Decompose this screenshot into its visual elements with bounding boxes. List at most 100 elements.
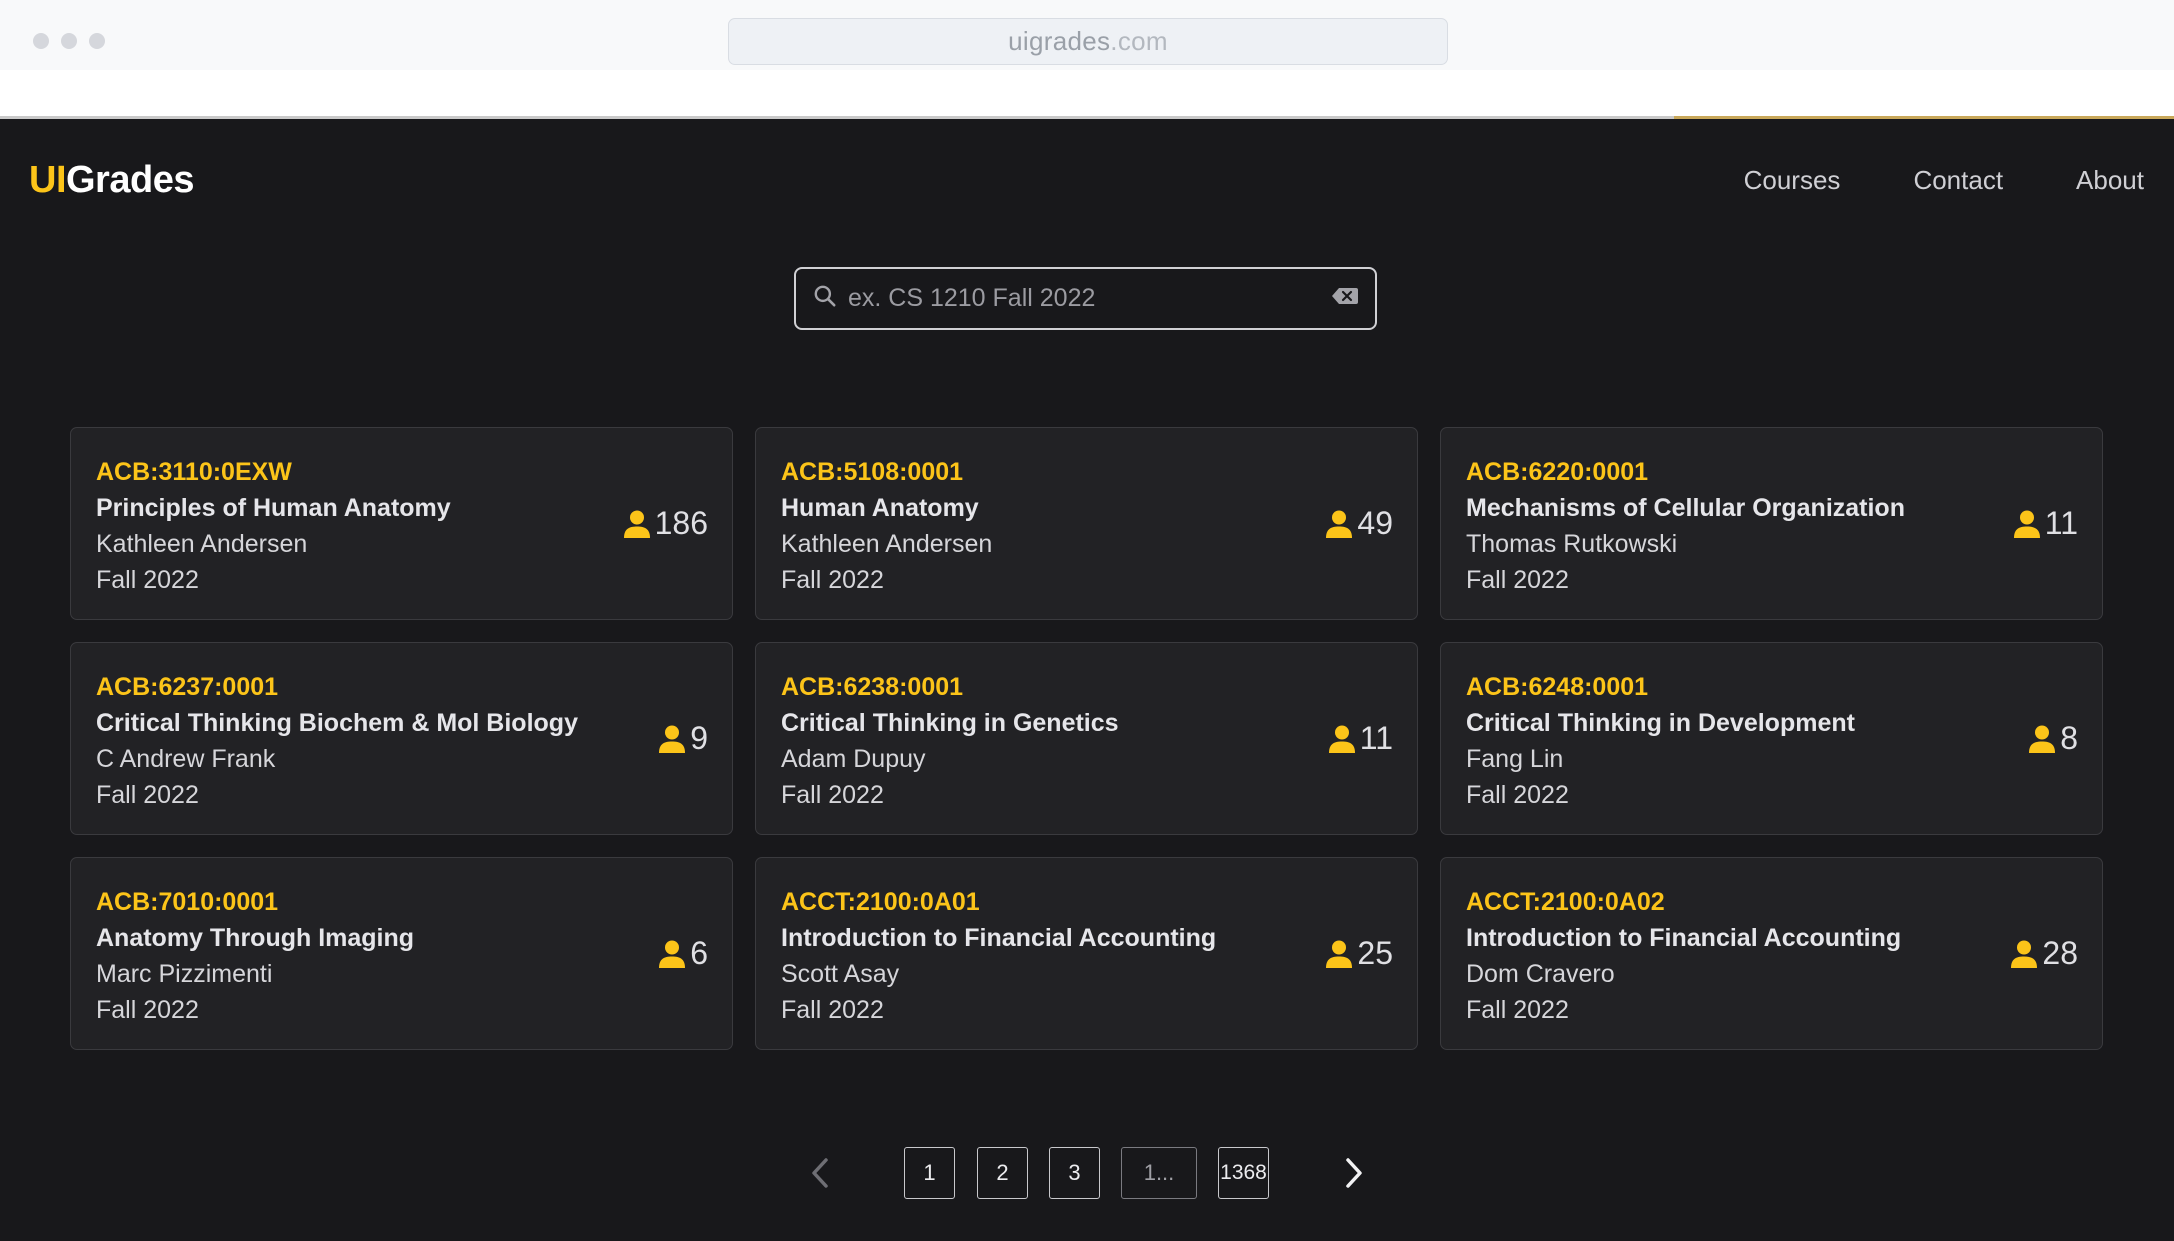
app-root: UIGrades Courses Contact About ACB:3110:… — [0, 119, 2174, 1241]
search-input[interactable] — [848, 269, 1331, 328]
nav-about[interactable]: About — [2076, 165, 2144, 196]
course-title: Critical Thinking in Development — [1466, 709, 1855, 737]
logo-grades: Grades — [66, 159, 194, 201]
course-title: Critical Thinking Biochem & Mol Biology — [96, 709, 578, 737]
person-icon — [658, 939, 686, 969]
student-count: 6 — [658, 935, 708, 972]
person-icon — [623, 509, 651, 539]
course-card[interactable]: ACCT:2100:0A02 Introduction to Financial… — [1440, 857, 2103, 1050]
course-instructor: Fang Lin — [1466, 745, 1564, 773]
chevron-left-icon[interactable] — [802, 1155, 838, 1191]
page-button-3[interactable]: 3 — [1049, 1147, 1100, 1199]
course-term: Fall 2022 — [1466, 781, 1569, 809]
course-code: ACB:7010:0001 — [96, 888, 279, 916]
address-bar[interactable]: uigrades .com — [728, 18, 1448, 65]
course-title: Human Anatomy — [781, 494, 979, 522]
course-instructor: Scott Asay — [781, 960, 900, 988]
nav-courses[interactable]: Courses — [1744, 165, 1841, 196]
course-title: Anatomy Through Imaging — [96, 924, 415, 952]
logo-ui: UI — [29, 159, 67, 201]
url-domain: uigrades — [1008, 26, 1111, 56]
person-icon — [658, 724, 686, 754]
course-card[interactable]: ACB:5108:0001 Human Anatomy Kathleen And… — [755, 427, 1418, 620]
course-card[interactable]: ACB:6220:0001 Mechanisms of Cellular Org… — [1440, 427, 2103, 620]
student-count-value: 9 — [690, 720, 708, 756]
student-count: 25 — [1325, 935, 1393, 972]
person-icon — [1325, 509, 1353, 539]
course-card[interactable]: ACB:6238:0001 Critical Thinking in Genet… — [755, 642, 1418, 835]
course-term: Fall 2022 — [1466, 566, 1569, 594]
student-count-value: 28 — [2042, 935, 2078, 971]
clear-icon[interactable] — [1331, 286, 1359, 311]
course-term: Fall 2022 — [96, 781, 199, 809]
nav-contact[interactable]: Contact — [1913, 165, 2003, 196]
course-term: Fall 2022 — [781, 566, 884, 594]
window-minimize-dot[interactable] — [61, 33, 77, 49]
course-term: Fall 2022 — [781, 781, 884, 809]
person-icon — [2013, 509, 2041, 539]
browser-chrome: uigrades .com — [0, 0, 2174, 119]
student-count: 8 — [2028, 720, 2078, 757]
course-grid: ACB:3110:0EXW Principles of Human Anatom… — [70, 427, 2103, 1050]
page-button-1[interactable]: 1 — [904, 1147, 955, 1199]
student-count-value: 6 — [690, 935, 708, 971]
browser-toolbar: uigrades .com — [0, 0, 2174, 70]
student-count: 28 — [2010, 935, 2078, 972]
course-term: Fall 2022 — [96, 996, 199, 1024]
student-count-value: 8 — [2060, 720, 2078, 756]
course-card[interactable]: ACB:6248:0001 Critical Thinking in Devel… — [1440, 642, 2103, 835]
main-nav: Courses Contact About — [1744, 165, 2144, 196]
course-card[interactable]: ACB:3110:0EXW Principles of Human Anatom… — [70, 427, 733, 620]
course-term: Fall 2022 — [96, 566, 199, 594]
url-tld: .com — [1110, 26, 1168, 56]
page-button-last[interactable]: 1368 — [1218, 1147, 1269, 1199]
student-count-value: 49 — [1357, 505, 1393, 541]
course-code: ACB:6220:0001 — [1466, 458, 1649, 486]
course-instructor: Dom Cravero — [1466, 960, 1615, 988]
course-term: Fall 2022 — [781, 996, 884, 1024]
course-title: Introduction to Financial Accounting — [781, 924, 1217, 952]
course-title: Principles of Human Anatomy — [96, 494, 451, 522]
search-icon — [812, 283, 838, 314]
search-box — [794, 267, 1377, 330]
course-card[interactable]: ACCT:2100:0A01 Introduction to Financial… — [755, 857, 1418, 1050]
student-count: 49 — [1325, 505, 1393, 542]
student-count-value: 25 — [1357, 935, 1393, 971]
course-code: ACCT:2100:0A02 — [1466, 888, 1665, 916]
window-maximize-dot[interactable] — [89, 33, 105, 49]
course-instructor: Marc Pizzimenti — [96, 960, 273, 988]
course-code: ACB:6248:0001 — [1466, 673, 1649, 701]
course-title: Introduction to Financial Accounting — [1466, 924, 1902, 952]
student-count: 186 — [623, 505, 708, 542]
student-count: 9 — [658, 720, 708, 757]
person-icon — [1328, 724, 1356, 754]
course-instructor: Adam Dupuy — [781, 745, 926, 773]
pagination: 1 2 3 1... 1368 — [0, 1147, 2174, 1201]
chevron-right-icon[interactable] — [1336, 1155, 1372, 1191]
student-count: 11 — [1328, 720, 1393, 757]
course-code: ACB:6238:0001 — [781, 673, 964, 701]
student-count: 11 — [2013, 505, 2078, 542]
course-code: ACCT:2100:0A01 — [781, 888, 980, 916]
window-close-dot[interactable] — [33, 33, 49, 49]
course-title: Mechanisms of Cellular Organization — [1466, 494, 1905, 522]
course-instructor: Kathleen Andersen — [781, 530, 993, 558]
course-instructor: Thomas Rutkowski — [1466, 530, 1678, 558]
student-count-value: 11 — [2044, 505, 2078, 541]
person-icon — [1325, 939, 1353, 969]
course-code: ACB:5108:0001 — [781, 458, 964, 486]
course-card[interactable]: ACB:6237:0001 Critical Thinking Biochem … — [70, 642, 733, 835]
site-logo[interactable]: UIGrades — [29, 159, 194, 202]
person-icon — [2010, 939, 2038, 969]
course-instructor: C Andrew Frank — [96, 745, 276, 773]
course-card[interactable]: ACB:7010:0001 Anatomy Through Imaging Ma… — [70, 857, 733, 1050]
student-count-value: 11 — [1359, 720, 1393, 756]
course-code: ACB:3110:0EXW — [96, 458, 292, 486]
person-icon — [2028, 724, 2056, 754]
page-ellipsis[interactable]: 1... — [1121, 1147, 1197, 1199]
window-controls — [33, 33, 105, 49]
page-button-2[interactable]: 2 — [977, 1147, 1028, 1199]
course-term: Fall 2022 — [1466, 996, 1569, 1024]
course-title: Critical Thinking in Genetics — [781, 709, 1119, 737]
course-code: ACB:6237:0001 — [96, 673, 279, 701]
